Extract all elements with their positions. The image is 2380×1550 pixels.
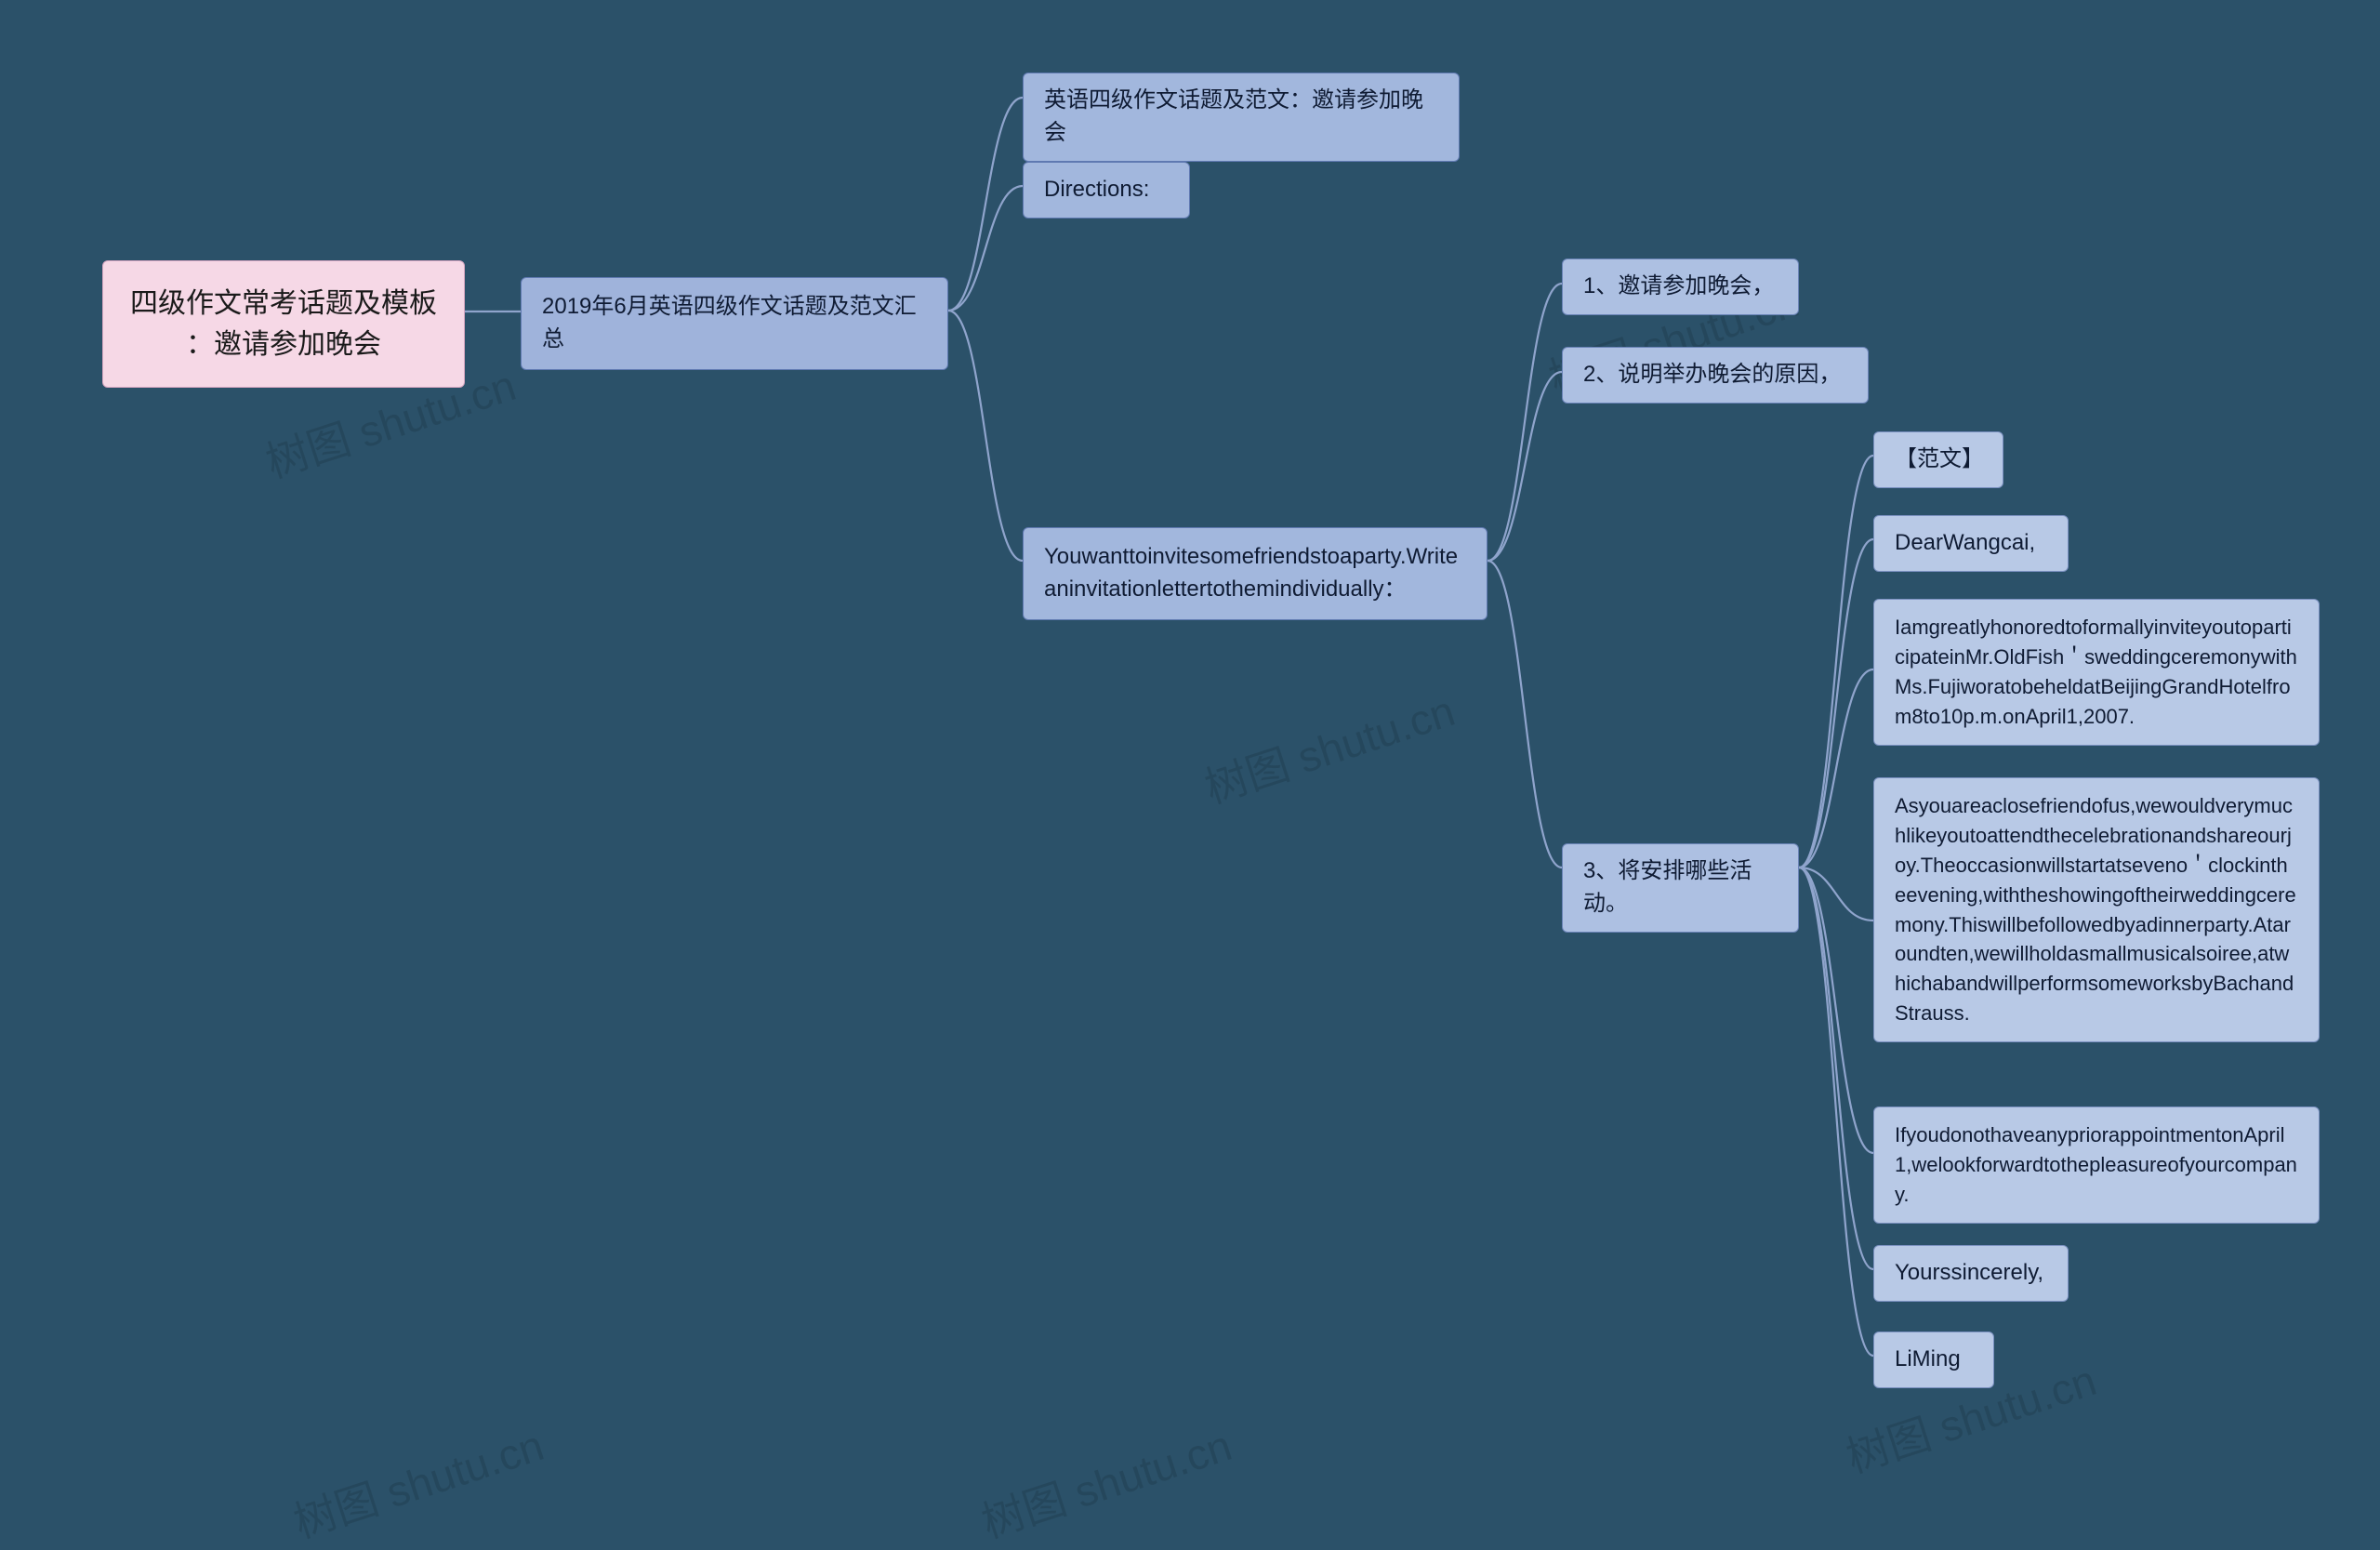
node-point-2[interactable]: 2、说明举办晚会的原因， <box>1562 347 1869 404</box>
root-line2: ：邀请参加晚会 <box>127 325 440 365</box>
node-directions[interactable]: Directions: <box>1023 162 1190 219</box>
watermark: 树图 shutu.cn <box>285 1412 550 1550</box>
mindmap-root[interactable]: 四级作文常考话题及模板 ：邀请参加晚会 <box>102 260 465 388</box>
root-line1: 四级作文常考话题及模板 <box>127 284 440 325</box>
node-essay-para3[interactable]: IfyoudonothaveanypriorappointmentonApril… <box>1873 1106 2320 1224</box>
node-essay-greeting[interactable]: DearWangcai, <box>1873 515 2069 572</box>
watermark: 树图 shutu.cn <box>973 1412 1238 1550</box>
node-essay-para2[interactable]: Asyouareaclosefriendofus,wewouldverymuch… <box>1873 777 2320 1042</box>
node-point-3[interactable]: 3、将安排哪些活动。 <box>1562 843 1799 933</box>
node-essay-signature[interactable]: LiMing <box>1873 1331 1994 1388</box>
node-essay-signoff[interactable]: Yourssincerely, <box>1873 1245 2069 1302</box>
node-essay-label[interactable]: 【范文】 <box>1873 431 2003 488</box>
node-essay-para1[interactable]: Iamgreatlyhonoredtoformallyinviteyoutopa… <box>1873 599 2320 746</box>
watermark: 树图 shutu.cn <box>1197 678 1461 816</box>
node-topic-title[interactable]: 英语四级作文话题及范文：邀请参加晚会 <box>1023 73 1460 162</box>
node-2019-summary[interactable]: 2019年6月英语四级作文话题及范文汇总 <box>521 277 948 370</box>
node-prompt[interactable]: Youwanttoinvitesomefriendstoaparty.Write… <box>1023 527 1488 620</box>
node-point-1[interactable]: 1、邀请参加晚会， <box>1562 258 1799 315</box>
